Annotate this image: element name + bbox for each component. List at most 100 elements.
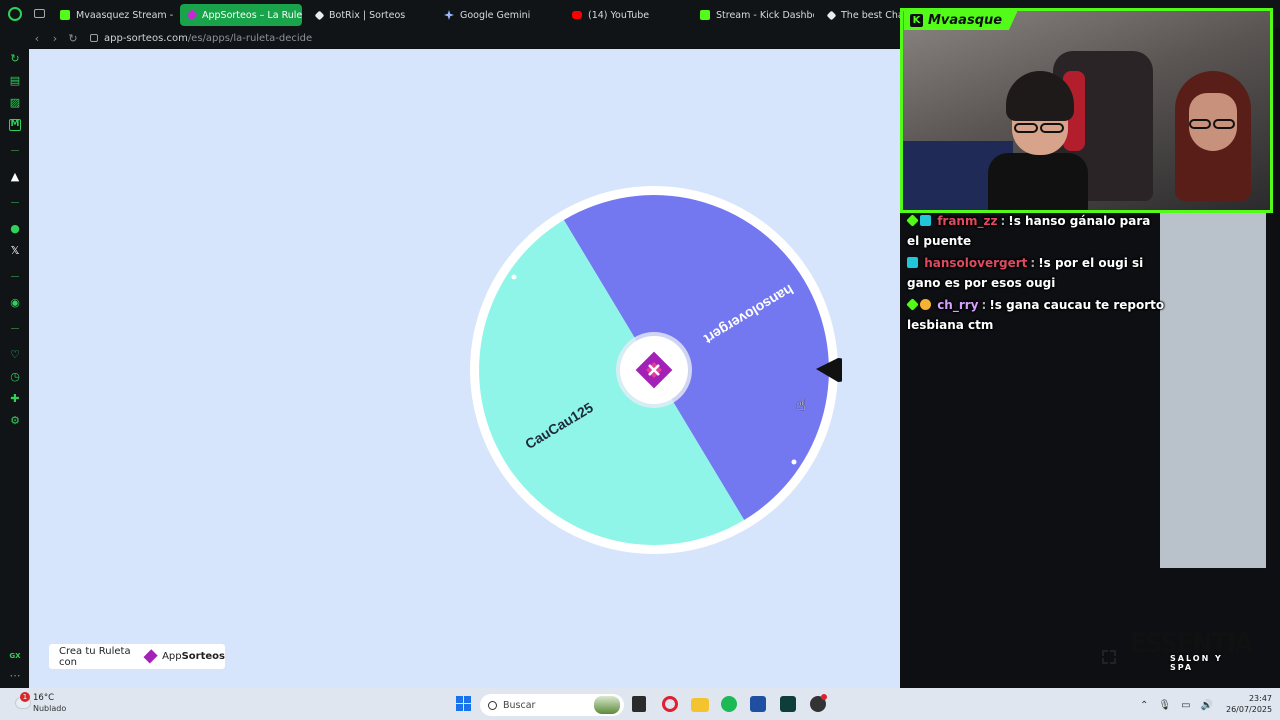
tab-label: Stream - Kick Dashboard xyxy=(716,9,814,21)
channel-banner: K Mvaasque xyxy=(904,10,1018,30)
microphone-icon[interactable]: 🎙 xyxy=(1158,700,1171,711)
more-icon[interactable]: ⋯ xyxy=(9,670,21,682)
sidebar: ↻ ▤ ▨ M ▲ ● 𝕏 ◉ ♡ ◷ ✚ ⚙ GX ⋯ xyxy=(0,28,29,688)
notification-badge: 1 xyxy=(20,692,30,702)
search-placeholder: Buscar xyxy=(503,699,536,711)
weather-condition: Nublado xyxy=(33,704,67,713)
m-icon[interactable]: M xyxy=(9,119,21,131)
forward-icon[interactable]: › xyxy=(46,32,64,45)
segment-divider-dot xyxy=(511,274,517,280)
kick-icon xyxy=(700,10,710,20)
divider xyxy=(11,150,19,151)
divider xyxy=(11,328,19,329)
opera-gx-logo-icon[interactable] xyxy=(8,7,22,21)
chatgpt-icon xyxy=(826,10,837,20)
lock-icon[interactable] xyxy=(90,34,98,42)
clock-time: 23:47 xyxy=(1248,694,1272,703)
weather-temp: 16°C xyxy=(33,693,55,703)
chat-message: hansolovergert: !s por el ougi si gano es… xyxy=(907,256,1144,290)
address-bar: ‹ › ↻ app-sorteos.com/es/apps/la-ruleta-… xyxy=(28,28,900,48)
task-view-icon[interactable] xyxy=(632,696,646,712)
divider xyxy=(11,202,19,203)
chat-message: franm_zz: !s hanso gánalo para el puente xyxy=(906,214,1151,248)
tab-label: The best ChatB xyxy=(841,9,900,21)
url-domain: app-sorteos.com xyxy=(104,32,188,44)
back-icon[interactable]: ‹ xyxy=(28,32,46,45)
settings-icon[interactable]: ⚙ xyxy=(9,415,21,427)
tab-kick-dashboard[interactable]: Stream - Kick Dashboard xyxy=(692,4,814,26)
badge-icon xyxy=(906,298,919,311)
kick-icon: K xyxy=(910,13,923,27)
network-icon[interactable]: ▭ xyxy=(1181,700,1190,711)
fullscreen-icon[interactable] xyxy=(1100,648,1118,666)
extensions-icon[interactable]: ✚ xyxy=(9,393,21,405)
tab-mvaasquez-stream[interactable]: Mvaasquez Stream - Wat xyxy=(52,4,174,26)
system-tray: ⌃ 🎙 ▭ 🔊 xyxy=(1140,694,1213,716)
player-icon[interactable]: ◉ xyxy=(9,297,21,309)
opera-icon[interactable] xyxy=(662,696,678,712)
tab-label: AppSorteos – La Ruleta d xyxy=(202,9,302,21)
youtube-icon xyxy=(572,11,582,19)
botrix-icon xyxy=(314,10,325,20)
emoji-icon xyxy=(920,299,931,310)
promo-text: Crea tu Ruleta con xyxy=(59,645,131,668)
channel-name: Mvaasque xyxy=(928,12,1003,28)
chat-panel-background xyxy=(1160,213,1266,568)
tab-label: Google Gemini xyxy=(460,9,531,21)
badge-icon xyxy=(907,257,918,268)
windows-start-icon[interactable] xyxy=(455,695,473,713)
search-icon xyxy=(488,700,497,710)
gx-control-icon[interactable]: ↻ xyxy=(9,53,21,65)
url-field[interactable]: app-sorteos.com/es/apps/la-ruleta-decide xyxy=(104,33,312,44)
appsorteos-logo-icon xyxy=(143,649,158,664)
tab-islands-icon[interactable] xyxy=(34,9,45,18)
url-path: /es/apps/la-ruleta-decide xyxy=(187,32,313,44)
app-icon[interactable] xyxy=(780,696,796,712)
gemini-icon xyxy=(444,10,454,20)
guest xyxy=(1175,71,1255,210)
chevron-up-icon[interactable]: ⌃ xyxy=(1140,700,1148,711)
chat-username: hansolovergert xyxy=(924,256,1028,270)
spin-wheel[interactable]: hansolovergert CauCau125 xyxy=(470,184,842,556)
divider xyxy=(11,276,19,277)
chat-message: ch_rry: !s gana caucau te reporto lesbian… xyxy=(906,298,1165,332)
clock[interactable]: 23:47 26/07/2025 xyxy=(1226,693,1272,715)
weather-widget[interactable]: 1 16°C Nublado xyxy=(14,692,94,716)
segment-divider-dot xyxy=(791,459,797,465)
sponsor-subtitle: SALON Y SPA xyxy=(1170,654,1223,672)
streamer xyxy=(988,71,1088,210)
tab-youtube[interactable]: (14) YouTube xyxy=(564,4,686,26)
notification-dot xyxy=(821,694,827,700)
gx-corner-icon[interactable]: ▨ xyxy=(9,97,21,109)
store-icon[interactable] xyxy=(750,696,766,712)
history-icon[interactable]: ◷ xyxy=(9,371,21,383)
aria-icon[interactable]: ▲ xyxy=(9,171,21,183)
chat-username: ch_rry xyxy=(937,298,979,312)
wheel-graphic[interactable]: hansolovergertCauCau125 xyxy=(470,184,842,556)
volume-icon[interactable]: 🔊 xyxy=(1201,700,1213,711)
whatsapp-icon[interactable]: ● xyxy=(9,223,21,235)
tab-chatgpt[interactable]: The best ChatB xyxy=(820,4,900,26)
tab-label: (14) YouTube xyxy=(588,9,650,21)
sponsor-name: ESSENTIA xyxy=(1130,627,1253,659)
reload-icon[interactable]: ↻ xyxy=(64,32,82,45)
appsorteos-icon xyxy=(186,9,198,21)
file-explorer-icon[interactable] xyxy=(691,698,709,712)
spotify-icon[interactable] xyxy=(721,696,737,712)
gx-store-icon[interactable]: ▤ xyxy=(9,75,21,87)
promo-brand: AppSorteos xyxy=(162,651,225,662)
tab-appsorteos[interactable]: AppSorteos – La Ruleta d xyxy=(180,4,302,26)
gx-icon[interactable]: GX xyxy=(9,650,21,662)
mouse-cursor-icon: ☝ xyxy=(796,395,806,414)
tab-gemini[interactable]: Google Gemini xyxy=(436,4,558,26)
x-icon[interactable]: 𝕏 xyxy=(9,245,21,257)
taskbar-search[interactable]: Buscar xyxy=(480,694,624,716)
kick-icon xyxy=(60,10,70,20)
tab-botrix[interactable]: BotRix | Sorteos xyxy=(308,4,430,26)
badge-icon xyxy=(906,214,919,227)
tab-label: Mvaasquez Stream - Wat xyxy=(76,9,174,21)
heart-icon[interactable]: ♡ xyxy=(9,349,21,361)
webcam-overlay xyxy=(900,8,1273,213)
create-wheel-promo[interactable]: Crea tu Ruleta con AppSorteos xyxy=(49,644,225,669)
page-viewport: hansolovergert CauCau125 ☝ Crea tu Ruleta… xyxy=(29,49,900,688)
